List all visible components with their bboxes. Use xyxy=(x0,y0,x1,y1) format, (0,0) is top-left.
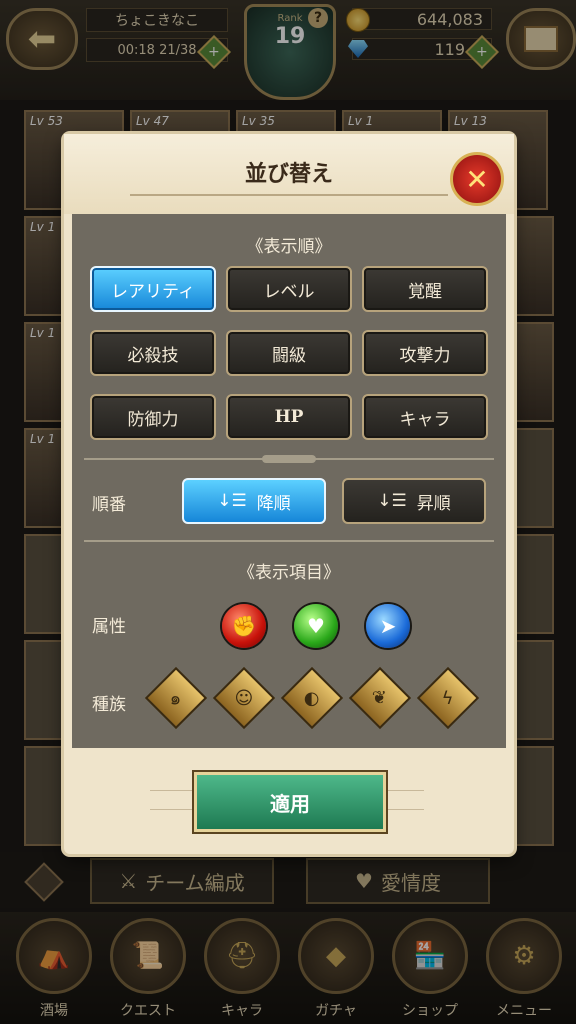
divider xyxy=(84,540,494,542)
display-items-title: 《表示項目》 xyxy=(238,563,340,583)
apply-button[interactable]: 適用 xyxy=(194,772,386,832)
close-icon: ✕ xyxy=(465,162,489,196)
sort-level-button[interactable]: レベル xyxy=(226,266,352,312)
attribute-label: 属性 xyxy=(92,617,126,637)
sort-ascending-icon: ↓☰ xyxy=(377,491,407,511)
sort-descending-icon: ↓☰ xyxy=(217,491,247,511)
descending-button[interactable]: ↓☰ 降順 xyxy=(182,478,326,524)
speed-icon[interactable]: ➤ xyxy=(366,604,410,648)
display-order-title: 《表示順》 xyxy=(246,237,332,257)
sort-ultimate-button[interactable]: 必殺技 xyxy=(90,330,216,376)
sort-hp-button[interactable]: HP xyxy=(226,394,352,440)
title-divider xyxy=(130,194,448,196)
close-button[interactable]: ✕ xyxy=(450,152,504,206)
sort-defense-button[interactable]: 防御力 xyxy=(90,394,216,440)
sort-power-level-button[interactable]: 闘級 xyxy=(226,330,352,376)
sort-rarity-button[interactable]: レアリティ xyxy=(90,266,216,312)
race-label: 種族 xyxy=(92,695,126,715)
sort-character-button[interactable]: キャラ xyxy=(362,394,488,440)
hp-icon[interactable]: ♥ xyxy=(294,604,338,648)
order-label: 順番 xyxy=(92,495,126,515)
ascending-label: 昇順 xyxy=(416,493,451,514)
descending-label: 降順 xyxy=(256,493,291,514)
modal-title: 並び替え xyxy=(244,162,333,187)
divider-ornament xyxy=(262,455,316,463)
sort-attack-button[interactable]: 攻撃力 xyxy=(362,330,488,376)
strength-icon[interactable]: ✊ xyxy=(222,604,266,648)
sort-awakening-button[interactable]: 覚醒 xyxy=(362,266,488,312)
ascending-button[interactable]: ↓☰ 昇順 xyxy=(342,478,486,524)
